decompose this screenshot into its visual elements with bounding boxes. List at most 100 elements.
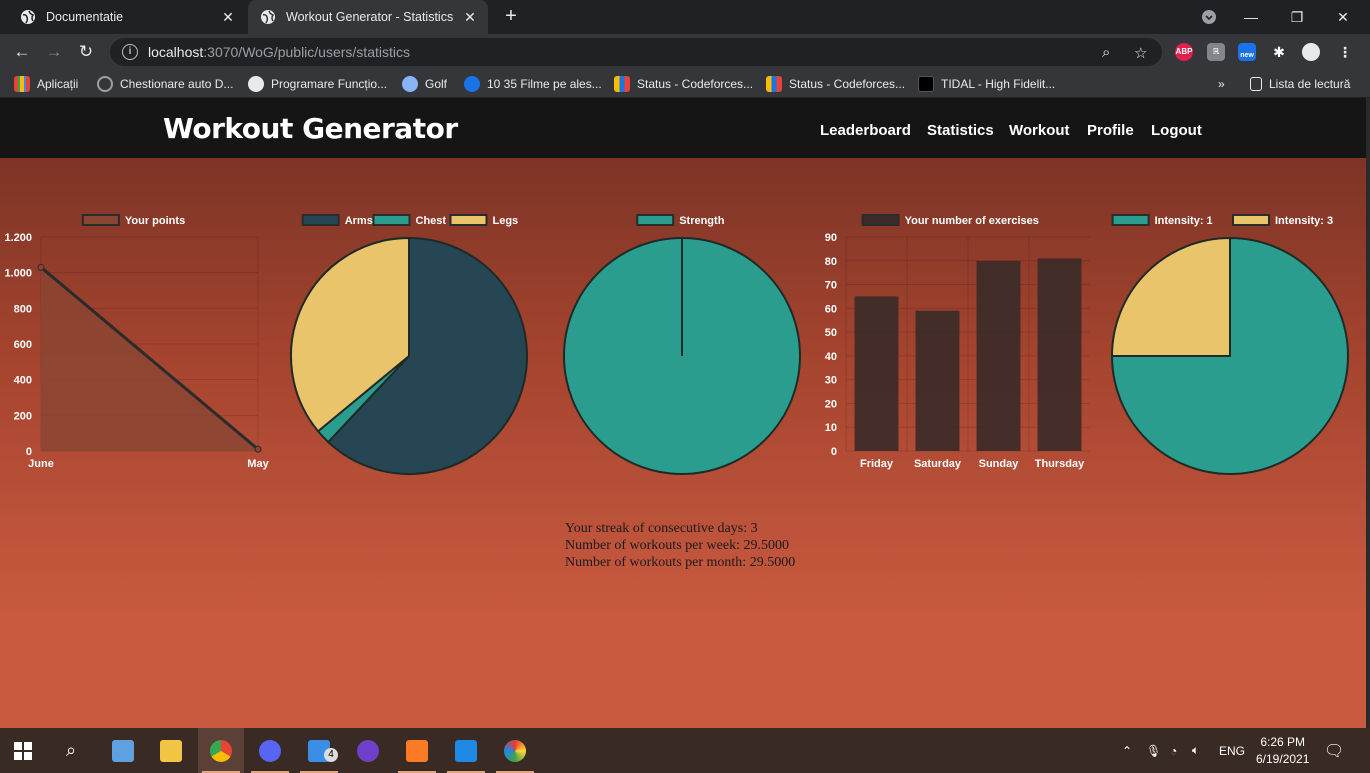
github-icon bbox=[357, 739, 379, 762]
tab-workout-generator[interactable]: Workout Generator - Statistics ✕ bbox=[248, 0, 488, 34]
bookmark-star-icon[interactable]: ☆ bbox=[1134, 44, 1147, 62]
nav-logout[interactable]: Logout bbox=[1151, 122, 1202, 139]
taskbar-app-vscode[interactable] bbox=[443, 728, 489, 773]
bookmarks-bar: Aplicații Chestionare auto D... Programa… bbox=[0, 70, 1370, 98]
nav-profile[interactable]: Profile bbox=[1087, 122, 1134, 139]
exercises-bar-chart: Your number of exercises 0 10 20 30 40 50 60 70 8… bbox=[825, 214, 1090, 470]
avatar[interactable] bbox=[1302, 43, 1320, 61]
tab-title: Workout Generator - Statistics bbox=[286, 10, 454, 24]
y-tick-label: 10 bbox=[825, 422, 837, 434]
bookmark-item[interactable]: Status - Codeforces... bbox=[766, 75, 905, 93]
category-pie-chart: Strength bbox=[563, 214, 801, 475]
url-path: :3070/WoG/public/users/statistics bbox=[203, 44, 410, 60]
x-tick-label: Saturday bbox=[914, 458, 962, 470]
search-button[interactable]: ⌕ bbox=[48, 728, 94, 773]
search-icon: ⌕ bbox=[65, 740, 77, 760]
y-tick-label: 20 bbox=[825, 398, 837, 410]
legend-label: Intensity: 1 bbox=[1155, 215, 1213, 227]
taskbar-app-xampp[interactable] bbox=[394, 728, 440, 773]
mail-badge: 4 bbox=[324, 748, 338, 762]
y-tick-label: 400 bbox=[14, 375, 32, 387]
taskbar-app-mail[interactable]: 4 bbox=[296, 728, 342, 773]
nav-leaderboard[interactable]: Leaderboard bbox=[820, 122, 911, 139]
bookmark-item[interactable]: TIDAL - High Fidelit... bbox=[918, 75, 1055, 93]
bar bbox=[915, 310, 960, 451]
bookmark-label: Golf bbox=[425, 77, 448, 91]
legend-swatch bbox=[1111, 214, 1150, 226]
clock-time: 6:26 PM bbox=[1260, 734, 1306, 749]
bar bbox=[976, 260, 1021, 451]
close-icon[interactable]: ✕ bbox=[218, 9, 238, 26]
taskbar-app-paint[interactable] bbox=[492, 728, 538, 773]
minimize-button[interactable]: — bbox=[1228, 0, 1274, 34]
new-extension-icon[interactable]: new bbox=[1238, 43, 1256, 61]
apps-grid-icon bbox=[14, 76, 30, 92]
globe-icon bbox=[261, 10, 275, 24]
legend-label: Your number of exercises bbox=[905, 215, 1039, 227]
site-info-icon[interactable]: i bbox=[122, 44, 138, 60]
volume-icon[interactable]: 🔈︎ bbox=[1192, 728, 1199, 773]
bookmark-item[interactable]: Chestionare auto D... bbox=[97, 75, 233, 93]
taskbar-app-explorer[interactable] bbox=[148, 728, 194, 773]
taskbar-app-github[interactable] bbox=[345, 728, 391, 773]
paint-palette-icon bbox=[504, 739, 526, 762]
reading-list-label: Lista de lectură bbox=[1269, 77, 1351, 91]
new-tab-button[interactable]: + bbox=[500, 5, 522, 27]
bookmarks-overflow-button[interactable]: » bbox=[1218, 75, 1225, 93]
bar bbox=[854, 296, 899, 451]
bookmark-item[interactable]: Status - Codeforces... bbox=[614, 75, 753, 93]
legend-label: Chest bbox=[416, 215, 447, 227]
puzzle-icon[interactable]: ✱ bbox=[1270, 43, 1288, 61]
taskbar-app-discord[interactable] bbox=[247, 728, 293, 773]
taskbar-app-pc[interactable] bbox=[100, 728, 146, 773]
bookmark-label: TIDAL - High Fidelit... bbox=[941, 77, 1056, 91]
start-button[interactable] bbox=[0, 728, 46, 773]
forward-icon[interactable]: → bbox=[42, 40, 66, 64]
restore-button[interactable]: ❐ bbox=[1274, 0, 1320, 34]
extension-icon[interactable]: ℝ bbox=[1207, 43, 1225, 61]
close-window-button[interactable]: ✕ bbox=[1320, 0, 1366, 34]
bookmark-apps[interactable]: Aplicații bbox=[14, 75, 78, 93]
y-tick-label: 70 bbox=[825, 280, 837, 292]
notifications-icon[interactable]: 🗨︎ bbox=[1324, 728, 1344, 773]
language-indicator[interactable]: ENG bbox=[1219, 728, 1245, 773]
windows-taskbar: ⌕ 4 ⌃ 🎙︎ ◔ 🔈︎ ENG 6:26 PM 6/19/2021 🗨︎ bbox=[0, 728, 1370, 773]
nav-statistics[interactable]: Statistics bbox=[927, 122, 994, 139]
clock[interactable]: 6:26 PM 6/19/2021 bbox=[1256, 728, 1309, 773]
wifi-icon[interactable]: ◔ bbox=[1170, 728, 1177, 773]
bookmark-item[interactable]: 10 35 Filme pe ales... bbox=[464, 75, 602, 93]
nav-workout[interactable]: Workout bbox=[1009, 122, 1070, 139]
codeforces-icon bbox=[614, 76, 630, 92]
legend-label: Strength bbox=[679, 215, 725, 227]
page-scrollbar[interactable] bbox=[1366, 98, 1370, 728]
microphone-icon[interactable]: 🎙︎ bbox=[1146, 728, 1161, 773]
steering-wheel-icon bbox=[97, 76, 113, 92]
back-icon[interactable]: ← bbox=[10, 40, 34, 64]
zoom-search-icon[interactable]: ⌕ bbox=[1102, 44, 1110, 61]
profile-menu-icon[interactable] bbox=[1186, 0, 1232, 34]
workouts-per-month-text: Number of workouts per month: 29.5000 bbox=[565, 555, 796, 570]
legend-swatch bbox=[301, 214, 340, 226]
kebab-menu-icon[interactable]: ⋮ bbox=[1336, 43, 1354, 61]
points-line-chart: Your points 0 200 400 600 800 1.000 1.200 June Ma… bbox=[4, 214, 270, 470]
y-tick-label: 1.000 bbox=[4, 268, 32, 280]
address-bar[interactable]: i localhost:3070/WoG/public/users/statis… bbox=[110, 38, 1162, 66]
adblock-plus-icon[interactable]: ABP bbox=[1175, 43, 1193, 61]
bookmark-item[interactable]: Golf bbox=[402, 75, 447, 93]
site-navbar: Workout Generator Leaderboard Statistics… bbox=[0, 98, 1366, 158]
globe-icon bbox=[21, 10, 35, 24]
workout-stats: Your streak of consecutive days: 3 Numbe… bbox=[565, 520, 795, 571]
x-tick-label: Friday bbox=[860, 458, 894, 470]
close-icon[interactable]: ✕ bbox=[460, 9, 480, 26]
taskbar-app-chrome[interactable] bbox=[198, 728, 244, 773]
reload-icon[interactable]: ↻ bbox=[74, 40, 98, 64]
x-tick-label: June bbox=[28, 458, 54, 470]
legend-swatch bbox=[372, 214, 411, 226]
bookmark-item[interactable]: Programare Funcțio... bbox=[248, 75, 387, 93]
site-brand[interactable]: Workout Generator bbox=[163, 112, 458, 145]
tab-documentatie[interactable]: Documentatie ✕ bbox=[8, 0, 246, 34]
reading-list-button[interactable]: Lista de lectură bbox=[1250, 75, 1350, 93]
tray-chevron-icon[interactable]: ⌃ bbox=[1122, 728, 1132, 773]
legend-swatch bbox=[636, 214, 675, 226]
y-tick-label: 60 bbox=[825, 303, 837, 315]
